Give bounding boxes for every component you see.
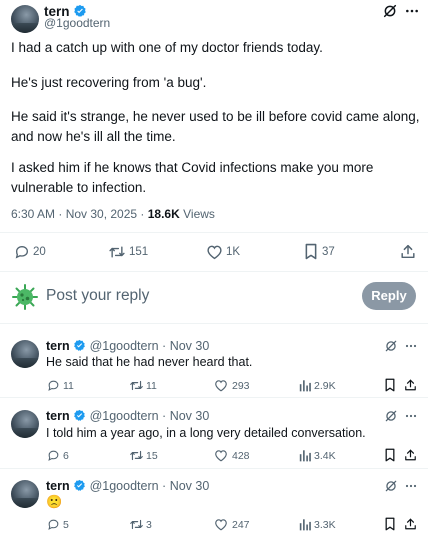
view-count: 18.6K [147,207,180,221]
avatar[interactable] [11,480,39,508]
tweet-paragraph-2: He's just recovering from 'a bug'. [11,75,207,90]
bookmark-count: 37 [322,246,335,258]
reply-emoji-text: 🙁 [46,494,63,509]
reply-header: tern @1goodtern · Nov 30 [46,409,209,423]
tweet-timestamp-row: 6:30 AM · Nov 30, 2025 · 18.6K Views [11,207,215,221]
more-options-icon[interactable] [405,6,419,16]
author-handle[interactable]: @1goodtern [44,16,110,30]
reply-button[interactable]: Reply [362,282,416,310]
view-count: 3.3K [314,519,336,531]
share-icon[interactable] [404,448,417,462]
reply-count: 20 [33,246,46,258]
repost-icon[interactable] [108,244,126,260]
reply-icon[interactable] [47,518,60,531]
grok-icon[interactable] [384,479,398,493]
views-icon[interactable] [299,449,311,462]
like-count: 293 [232,380,250,392]
repost-count: 11 [146,380,157,392]
views-icon[interactable] [299,379,311,392]
reply-header: tern @1goodtern · Nov 30 [46,479,209,493]
bookmark-icon[interactable] [384,448,396,462]
tweet-paragraph-1: I had a catch up with one of my doctor f… [11,40,323,55]
like-count: 247 [232,519,250,531]
view-count: 3.4K [314,450,336,462]
repost-icon[interactable] [129,518,144,531]
author-name[interactable]: tern [46,339,70,353]
verified-badge-icon [74,339,85,351]
reply-count: 6 [63,450,69,462]
reply-input[interactable]: Post your reply [46,287,346,307]
author-name[interactable]: tern [46,409,70,423]
grok-icon[interactable] [384,409,398,423]
like-icon[interactable] [214,518,228,531]
author-avatar[interactable] [11,5,39,33]
reply-icon[interactable] [47,379,60,392]
reply-meta[interactable]: @1goodtern · Nov 30 [90,409,210,423]
author-name[interactable]: tern [46,479,70,493]
share-icon[interactable] [404,517,417,531]
grok-icon[interactable] [382,3,398,19]
view-count: 2.9K [314,380,336,392]
virus-avatar-icon [11,283,39,311]
bookmark-icon[interactable] [384,517,396,531]
like-count: 1K [226,246,241,258]
views-label: Views [179,207,215,221]
tweet-timestamp[interactable]: 6:30 AM · Nov 30, 2025 · [11,207,148,221]
tweet-paragraph-4: I asked him if he knows that Covid infec… [11,160,374,195]
repost-count: 15 [146,450,158,462]
avatar[interactable] [11,340,39,368]
reply-meta[interactable]: @1goodtern · Nov 30 [90,479,210,493]
like-icon[interactable] [214,449,228,462]
like-icon[interactable] [206,244,223,260]
views-icon[interactable] [299,518,311,531]
reply-icon[interactable] [14,244,30,260]
bookmark-icon[interactable] [384,378,396,392]
tweet-paragraph-3: He said it's strange, he never used to b… [11,109,420,144]
reply-text: I told him a year ago, in a long very de… [46,426,366,440]
avatar[interactable] [11,410,39,438]
reply-icon[interactable] [47,449,60,462]
share-icon[interactable] [404,378,417,392]
more-options-icon[interactable] [405,412,417,420]
repost-icon[interactable] [129,449,144,462]
like-icon[interactable] [214,379,228,392]
more-options-icon[interactable] [405,342,417,350]
repost-count: 3 [146,519,152,531]
reply-text: He said that he had never heard that. [46,355,253,369]
reply-header: tern @1goodtern · Nov 30 [46,339,209,353]
more-options-icon[interactable] [405,482,417,490]
like-count: 428 [232,450,250,462]
share-icon[interactable] [400,243,416,260]
reply-count: 11 [63,380,74,392]
verified-badge-icon [74,479,85,491]
verified-badge-icon [74,409,85,421]
bookmark-icon[interactable] [304,243,318,260]
reply-count: 5 [63,519,69,531]
reply-meta[interactable]: @1goodtern · Nov 30 [90,339,210,353]
grok-icon[interactable] [384,339,398,353]
repost-count: 151 [129,246,149,258]
repost-icon[interactable] [129,379,144,392]
